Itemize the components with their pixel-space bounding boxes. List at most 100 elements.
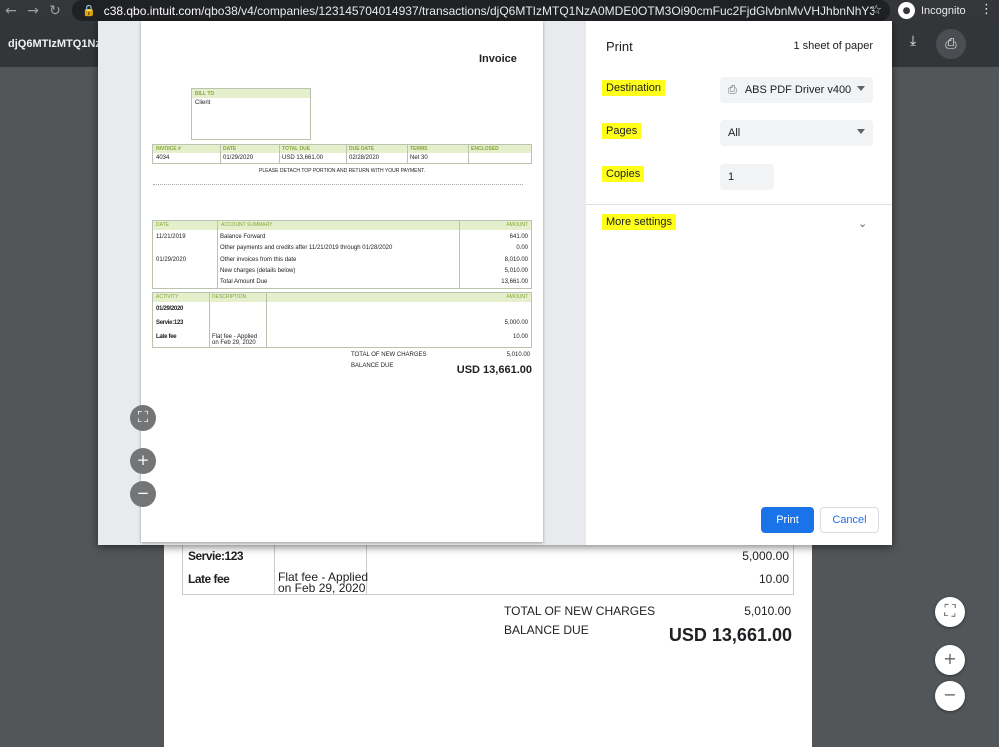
summary-value: USD 13,661.00 (282, 155, 324, 161)
account-desc: Other payments and credits after 11/21/2… (220, 245, 393, 251)
account-date: 11/21/2019 (156, 234, 186, 240)
summary-header: DATE (223, 146, 237, 152)
activity-description: Flat fee - Applied on Feb 29, 2020 (212, 334, 257, 346)
invoice-title: Invoice (479, 53, 517, 65)
table-divider (346, 145, 347, 163)
print-icon[interactable]: ⎙ (936, 29, 966, 59)
cancel-button[interactable]: Cancel (820, 507, 879, 533)
preview-total-new-charges-label: TOTAL OF NEW CHARGES (351, 352, 427, 358)
chevron-down-icon[interactable]: ⌄ (858, 217, 867, 230)
zoom-out-icon[interactable]: − (935, 681, 965, 711)
summary-header: ENCLOSED (471, 146, 499, 152)
background-activity-table: Servie:123 5,000.00 Late fee Flat fee - … (182, 545, 794, 595)
destination-value: ABS PDF Driver v400 (744, 84, 852, 96)
summary-header: DUE DATE (349, 146, 375, 152)
bg-total-new-charges: 5,010.00 (744, 604, 791, 618)
bg-amount-late-fee: 10.00 (758, 572, 789, 586)
preview-total-new-charges: 5,010.00 (506, 352, 530, 358)
bg-balance-due-label: BALANCE DUE (504, 623, 589, 637)
summary-header: INVOICE # (156, 146, 181, 152)
bill-to-value: Client (195, 100, 211, 106)
account-amount: 5,010.00 (504, 268, 528, 274)
account-header-date: DATE (156, 222, 169, 228)
forward-icon[interactable]: → (22, 3, 44, 19)
pages-label: Pages (602, 123, 642, 139)
summary-value: 4034 (156, 155, 170, 161)
sheet-count: 1 sheet of paper (793, 40, 873, 52)
zoom-in-icon[interactable]: + (935, 645, 965, 675)
bg-activity-late-fee: Late fee (188, 572, 230, 586)
bg-balance-due: USD 13,661.00 (668, 625, 792, 645)
back-icon[interactable]: ← (0, 3, 22, 19)
address-bar[interactable]: 🔒 c38.qbo.intuit.com/qbo38/v4/companies/… (72, 0, 890, 21)
print-button[interactable]: Print (761, 507, 814, 533)
table-divider (459, 221, 460, 288)
url-text[interactable]: c38.qbo.intuit.com/qbo38/v4/companies/12… (104, 4, 874, 18)
bill-to-box: BILL TO Client (191, 88, 311, 140)
reload-icon[interactable]: ↻ (44, 3, 66, 19)
chevron-down-icon (857, 129, 865, 134)
printer-icon: ⎙ (728, 83, 737, 96)
summary-value: 02/28/2020 (349, 155, 380, 161)
more-settings-toggle[interactable]: More settings (602, 214, 677, 230)
print-dialog: Invoice BILL TO Client INVOICE # DATE TO… (98, 21, 892, 545)
activity-amount: 5,000.00 (504, 320, 528, 326)
print-preview-sheet: Invoice BILL TO Client INVOICE # DATE TO… (141, 21, 543, 542)
table-divider (274, 545, 275, 595)
account-desc: Total Amount Due (220, 279, 268, 285)
activity-name: Late fee (156, 334, 177, 340)
fit-to-page-icon[interactable]: ⛶ (130, 405, 156, 431)
star-icon[interactable]: ☆ (870, 3, 882, 18)
destination-select[interactable]: ⎙ ABS PDF Driver v400 (720, 77, 873, 103)
download-icon[interactable]: ⤓ (902, 33, 924, 55)
incognito-indicator[interactable]: ● Incognito (898, 2, 966, 19)
zoom-out-icon[interactable]: − (130, 481, 156, 507)
table-divider (468, 145, 469, 163)
bg-desc-line2: on Feb 29, 2020 (278, 581, 366, 595)
table-divider (407, 145, 408, 163)
pages-value: All (728, 127, 741, 139)
table-divider (220, 145, 221, 163)
zoom-in-icon[interactable]: + (130, 448, 156, 474)
table-divider (266, 293, 267, 347)
bg-description-late-fee: Flat fee - Applied on Feb 29, 2020 (278, 571, 368, 595)
preview-balance-due-label: BALANCE DUE (351, 363, 394, 369)
divider (586, 204, 892, 205)
account-desc: New charges (details below) (220, 268, 296, 274)
bg-amount-servie: 5,000.00 (742, 549, 789, 563)
account-header-amount: AMOUNT (506, 222, 528, 228)
table-divider (209, 293, 210, 347)
lock-icon[interactable]: 🔒 (82, 4, 96, 17)
pages-select[interactable]: All (720, 120, 873, 146)
activity-table: ACTIVITY DESCRIPTION AMOUNT 01/29/2020 S… (152, 292, 532, 348)
activity-header-description: DESCRIPTION (212, 294, 247, 300)
copies-input[interactable]: 1 (720, 164, 774, 190)
activity-header-activity: ACTIVITY (156, 294, 179, 300)
account-amount: 641.00 (509, 234, 528, 240)
detach-note: PLEASE DETACH TOP PORTION AND RETURN WIT… (259, 168, 425, 174)
account-desc: Balance Forward (220, 234, 266, 240)
account-header-row (153, 221, 531, 230)
account-amount: 13,661.00 (501, 279, 528, 285)
account-date: 01/29/2020 (156, 257, 187, 263)
account-header-summary: ACCOUNT SUMMARY (221, 222, 273, 228)
invoice-summary-table: INVOICE # DATE TOTAL DUE DUE DATE TERMS … (152, 144, 532, 164)
account-amount: 0.00 (516, 245, 528, 251)
fit-page-icon[interactable]: ⛶ (935, 597, 965, 627)
destination-label: Destination (602, 80, 666, 96)
bill-to-label: BILL TO (192, 89, 310, 98)
url-host: c38.qbo.intuit.com (103, 3, 202, 18)
url-path: /qbo38/v4/companies/123145704014937/tran… (201, 3, 874, 18)
kebab-menu-icon[interactable]: ⋮ (980, 2, 993, 17)
account-summary-table: DATE ACCOUNT SUMMARY AMOUNT 11/21/2019 B… (152, 220, 532, 289)
activity-date: 01/29/2020 (156, 306, 184, 312)
activity-header-amount: AMOUNT (506, 294, 528, 300)
pdf-title: djQ6MTIzMTQ1Nz (8, 38, 101, 50)
summary-value: Net 30 (410, 155, 428, 161)
account-amount: 8,010.00 (504, 257, 528, 263)
activity-name: Servie:123 (156, 320, 184, 326)
summary-value: 01/29/2020 (223, 155, 254, 161)
summary-header: TOTAL DUE (282, 146, 311, 152)
activity-desc-line2: on Feb 29, 2020 (212, 340, 256, 346)
summary-header: TERMS (410, 146, 428, 152)
